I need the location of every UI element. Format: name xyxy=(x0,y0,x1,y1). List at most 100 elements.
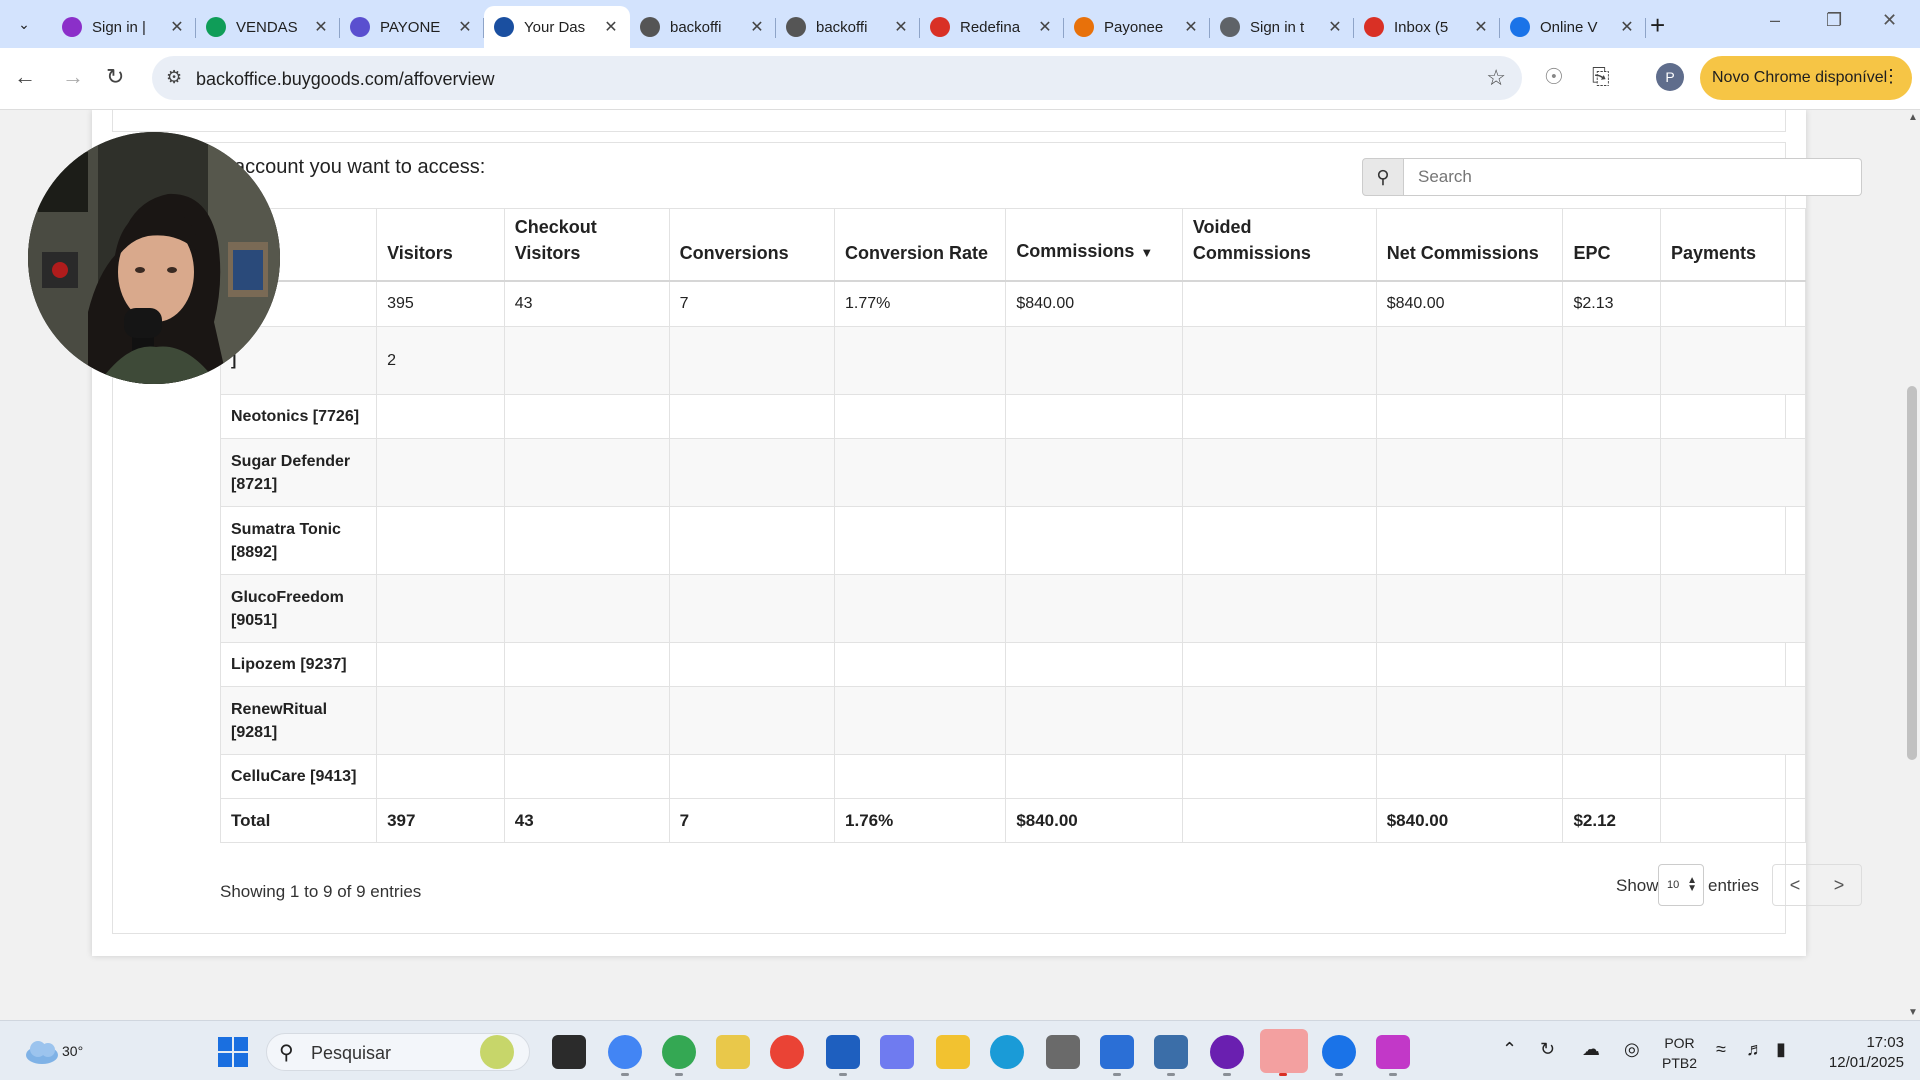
table-row[interactable]: ]3954371.77%$840.00$840.00$2.13 xyxy=(219,280,1806,327)
app-gray-icon[interactable] xyxy=(1046,1035,1080,1069)
header-visitors[interactable]: Visitors xyxy=(376,208,505,282)
chrome-icon[interactable] xyxy=(770,1035,804,1069)
tab-close-icon[interactable]: ✕ xyxy=(1472,17,1490,37)
chrome-profile-2-icon[interactable] xyxy=(662,1035,696,1069)
scroll-down-arrow-icon[interactable]: ▼ xyxy=(1908,1007,1918,1018)
browser-tab[interactable]: Inbox (5 ✕ xyxy=(1354,6,1500,48)
calculator-icon[interactable] xyxy=(1154,1035,1188,1069)
header-payments[interactable]: Payments xyxy=(1660,208,1806,282)
table-row[interactable]: RenewRitual [9281] xyxy=(219,686,1806,755)
active-app-icon[interactable] xyxy=(1260,1029,1308,1073)
account-name-cell[interactable]: Total xyxy=(219,798,378,843)
edge-icon[interactable] xyxy=(990,1035,1024,1069)
tab-close-icon[interactable]: ✕ xyxy=(312,17,330,37)
battery-icon[interactable]: ▮ xyxy=(1776,1039,1786,1060)
language-indicator[interactable]: POR PTB2 xyxy=(1662,1033,1697,1073)
account-name-cell[interactable]: Sumatra Tonic [8892] xyxy=(219,506,378,575)
chrome-profile-1-icon[interactable] xyxy=(608,1035,642,1069)
table-row[interactable]: CelluCare [9413] xyxy=(219,754,1806,799)
onedrive-cloud-icon[interactable]: ☁ xyxy=(1582,1039,1600,1060)
tab-close-icon[interactable]: ✕ xyxy=(1036,17,1054,37)
notepad-icon[interactable] xyxy=(1100,1035,1134,1069)
store-icon[interactable] xyxy=(826,1035,860,1069)
header-conversions[interactable]: Conversions xyxy=(668,208,835,282)
header-epc[interactable]: EPC xyxy=(1562,208,1661,282)
url-text[interactable]: backoffice.buygoods.com/affoverview xyxy=(196,69,495,90)
task-view-icon[interactable] xyxy=(552,1035,586,1069)
back-arrow-icon[interactable]: ← xyxy=(14,64,36,90)
page-scrollbar[interactable]: ▲ ▼ xyxy=(1904,110,1920,1020)
search-highlight-icon[interactable] xyxy=(480,1035,514,1069)
site-info-icon[interactable]: ⚙ xyxy=(166,67,182,88)
windows-start-icon[interactable] xyxy=(218,1037,248,1067)
chrome-update-button[interactable]: Novo Chrome disponível ⋮ xyxy=(1700,56,1912,100)
page-length-select[interactable]: 10 ▲ ▼ xyxy=(1658,864,1704,906)
browser-tab[interactable]: Redefina ✕ xyxy=(920,6,1064,48)
account-name-cell[interactable]: GlucoFreedom [9051] xyxy=(219,574,378,643)
forward-arrow-icon[interactable]: → xyxy=(62,64,84,90)
microphone-icon[interactable]: ◎ xyxy=(1624,1039,1640,1060)
prev-page-button[interactable]: < xyxy=(1773,865,1817,905)
tab-close-icon[interactable]: ✕ xyxy=(168,17,186,37)
copilot-icon[interactable] xyxy=(880,1035,914,1069)
table-row[interactable]: Neotonics [7726] xyxy=(219,394,1806,439)
tab-close-icon[interactable]: ✕ xyxy=(1182,17,1200,37)
tab-close-icon[interactable]: ✕ xyxy=(1326,17,1344,37)
table-row[interactable]: Lipozem [9237] xyxy=(219,642,1806,687)
browser-tab[interactable]: Payonee ✕ xyxy=(1064,6,1210,48)
tab-close-icon[interactable]: ✕ xyxy=(892,17,910,37)
tab-close-icon[interactable]: ✕ xyxy=(602,17,620,37)
extensions-puzzle-icon[interactable]: ⎘ xyxy=(1592,64,1610,90)
table-total-row[interactable]: Total 397 43 7 1.76% $840.00 $840.00 $2.12 xyxy=(219,798,1806,843)
browser-tab[interactable]: Your Das ✕ xyxy=(484,6,630,48)
translate-globe-icon[interactable]: ☉ xyxy=(1544,64,1564,90)
header-voided-commissions[interactable]: Voided Commissions xyxy=(1181,208,1377,282)
tab-close-icon[interactable]: ✕ xyxy=(748,17,766,37)
reload-icon[interactable]: ↻ xyxy=(106,64,124,90)
new-tab-plus-icon[interactable]: + xyxy=(1650,10,1665,41)
volume-icon[interactable]: ♬ xyxy=(1746,1039,1764,1060)
chrome-profile-3-icon[interactable] xyxy=(1322,1035,1356,1069)
file-explorer-icon[interactable] xyxy=(936,1035,970,1069)
sync-icon[interactable]: ↻ xyxy=(1540,1039,1555,1060)
app-yellow-icon[interactable] xyxy=(716,1035,750,1069)
table-row[interactable]: Sumatra Tonic [8892] xyxy=(219,506,1806,575)
browser-tab[interactable]: backoffi ✕ xyxy=(630,6,776,48)
minimize-icon[interactable]: – xyxy=(1770,10,1780,31)
close-window-icon[interactable]: ✕ xyxy=(1882,10,1897,31)
tab-close-icon[interactable]: ✕ xyxy=(1618,17,1636,37)
clock[interactable]: 17:03 12/01/2025 xyxy=(1814,1033,1904,1073)
scroll-up-arrow-icon[interactable]: ▲ xyxy=(1908,112,1918,123)
account-name-cell[interactable]: CelluCare [9413] xyxy=(219,754,378,799)
browser-tab[interactable]: VENDAS ✕ xyxy=(196,6,340,48)
header-commissions[interactable]: Commissions ▼ xyxy=(1005,208,1183,282)
wifi-icon[interactable]: ≈ xyxy=(1716,1039,1726,1060)
browser-tab[interactable]: Sign in | ✕ xyxy=(52,6,196,48)
tab-close-icon[interactable]: ✕ xyxy=(456,17,474,37)
daia-app-icon[interactable] xyxy=(1376,1035,1410,1069)
next-page-button[interactable]: > xyxy=(1817,865,1861,905)
tab-search-chevron-icon[interactable]: ⌄ xyxy=(8,10,40,38)
weather-widget[interactable]: 30° xyxy=(22,1033,83,1069)
app-purple-icon[interactable] xyxy=(1210,1035,1244,1069)
account-name-cell[interactable]: Neotonics [7726] xyxy=(219,394,378,439)
header-checkout-visitors[interactable]: Checkout Visitors xyxy=(503,208,670,282)
header-net-commissions[interactable]: Net Commissions xyxy=(1375,208,1563,282)
account-name-cell[interactable]: RenewRitual [9281] xyxy=(219,686,378,755)
menu-kebab-icon[interactable]: ⋮ xyxy=(1882,66,1900,87)
table-row[interactable]: GlucoFreedom [9051] xyxy=(219,574,1806,643)
account-name-cell[interactable]: Lipozem [9237] xyxy=(219,642,378,687)
browser-tab[interactable]: backoffi ✕ xyxy=(776,6,920,48)
search-icon[interactable]: ⚲ xyxy=(1362,158,1404,196)
table-row[interactable]: Sugar Defender [8721] xyxy=(219,438,1806,507)
search-input[interactable] xyxy=(1404,158,1862,196)
scrollbar-thumb[interactable] xyxy=(1907,386,1917,760)
profile-avatar[interactable]: P xyxy=(1656,63,1684,91)
show-hidden-icons-chevron-icon[interactable]: ⌃ xyxy=(1502,1039,1517,1060)
table-row[interactable]: ] 2 xyxy=(219,326,1806,395)
browser-tab[interactable]: Sign in t ✕ xyxy=(1210,6,1354,48)
header-conversion-rate[interactable]: Conversion Rate xyxy=(834,208,1006,282)
bookmark-star-icon[interactable]: ☆ xyxy=(1486,65,1506,91)
browser-tab[interactable]: Online V ✕ xyxy=(1500,6,1646,48)
browser-tab[interactable]: PAYONE ✕ xyxy=(340,6,484,48)
